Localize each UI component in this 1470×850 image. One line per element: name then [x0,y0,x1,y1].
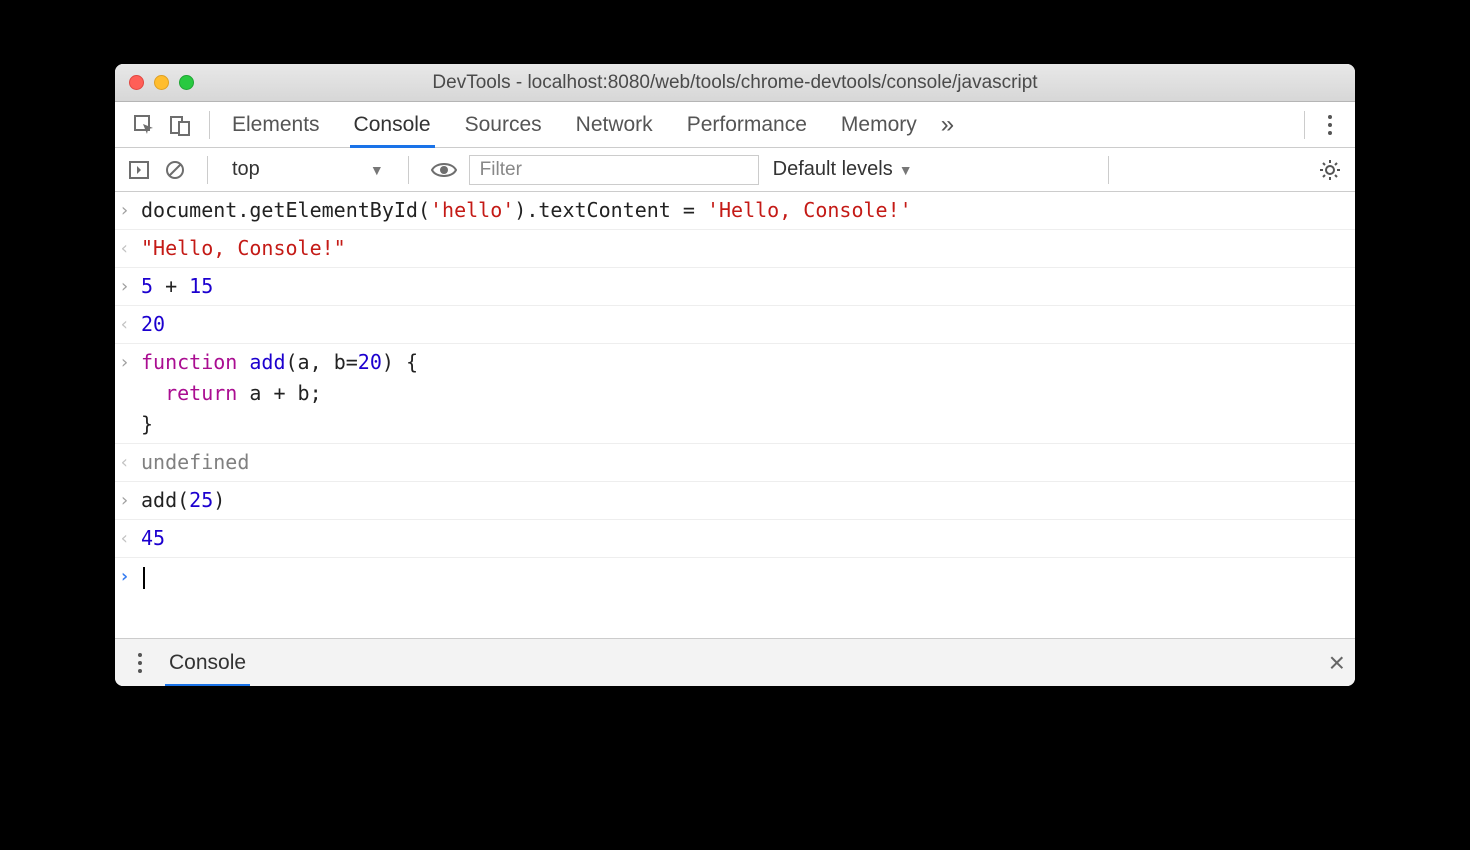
execution-context-select[interactable]: top ▼ [226,158,390,181]
tab-console[interactable]: Console [352,103,433,147]
clear-console-icon[interactable] [161,158,189,182]
input-marker-icon: › [119,347,141,377]
input-marker-icon: › [119,271,141,301]
chevron-down-icon: ▼ [370,162,384,178]
console-input-row: ›function add(a, b=20) { return a + b; } [115,344,1355,444]
window-controls [129,75,194,90]
close-window-button[interactable] [129,75,144,90]
console-prompt-input[interactable] [141,561,1349,592]
console-row-content: function add(a, b=20) { return a + b; } [141,347,1349,440]
separator [209,111,210,139]
drawer-menu-button[interactable] [125,648,155,678]
devtools-window: DevTools - localhost:8080/web/tools/chro… [115,64,1355,686]
separator [1108,156,1109,184]
titlebar: DevTools - localhost:8080/web/tools/chro… [115,64,1355,102]
separator [1304,111,1305,139]
output-marker-icon: ‹ [119,523,141,553]
console-row-content: 20 [141,309,1349,340]
console-output-row: ‹20 [115,306,1355,344]
console-output-row: ‹undefined [115,444,1355,482]
tabs-right-controls [1294,110,1345,140]
separator [207,156,208,184]
main-tabs-row: Elements Console Sources Network Performance… [115,102,1355,148]
zoom-window-button[interactable] [179,75,194,90]
input-marker-icon: › [119,485,141,515]
devtools-menu-button[interactable] [1315,110,1345,140]
input-marker-icon: › [119,195,141,225]
drawer: Console × [115,638,1355,686]
window-title: DevTools - localhost:8080/web/tools/chro… [115,72,1355,94]
output-marker-icon: ‹ [119,447,141,477]
console-input-row: ›5 + 15 [115,268,1355,306]
log-levels-select[interactable]: Default levels ▼ [773,158,913,181]
output-marker-icon: ‹ [119,309,141,339]
console-input-row: ›add(25) [115,482,1355,520]
tabs-left-controls [125,114,199,136]
console-row-content: 45 [141,523,1349,554]
console-row-content: document.getElementById('hello').textCon… [141,195,1349,226]
console-toolbar: top ▼ Default levels ▼ [115,148,1355,192]
tab-sources[interactable]: Sources [463,103,544,147]
drawer-close-button[interactable]: × [1329,649,1345,677]
output-marker-icon: ‹ [119,233,141,263]
tab-elements[interactable]: Elements [230,103,322,147]
text-cursor [143,567,145,589]
console-row-content: "Hello, Console!" [141,233,1349,264]
tabs-overflow-button[interactable]: » [941,111,954,139]
tab-network[interactable]: Network [574,103,655,147]
tab-memory[interactable]: Memory [839,103,919,147]
console-row-content: 5 + 15 [141,271,1349,302]
prompt-marker-icon: › [119,561,141,591]
console-output-row: ‹"Hello, Console!" [115,230,1355,268]
console-settings-icon[interactable] [1315,157,1345,183]
minimize-window-button[interactable] [154,75,169,90]
inspect-element-icon[interactable] [133,114,155,136]
tab-performance[interactable]: Performance [685,103,809,147]
console-prompt-row[interactable]: › [115,558,1355,595]
separator [408,156,409,184]
device-toolbar-icon[interactable] [169,114,191,136]
live-expression-icon[interactable] [427,158,461,182]
chevron-down-icon: ▼ [899,162,913,178]
levels-select-label: Default levels [773,158,893,181]
drawer-tab-console[interactable]: Console [165,641,250,685]
console-log[interactable]: ›document.getElementById('hello').textCo… [115,192,1355,638]
context-select-value: top [232,158,260,181]
console-output-row: ‹45 [115,520,1355,558]
console-row-content: add(25) [141,485,1349,516]
main-tabs: Elements Console Sources Network Performance… [230,103,919,147]
console-input-row: ›document.getElementById('hello').textCo… [115,192,1355,230]
console-row-content: undefined [141,447,1349,478]
filter-input[interactable] [469,155,759,185]
toggle-sidebar-icon[interactable] [125,158,153,182]
